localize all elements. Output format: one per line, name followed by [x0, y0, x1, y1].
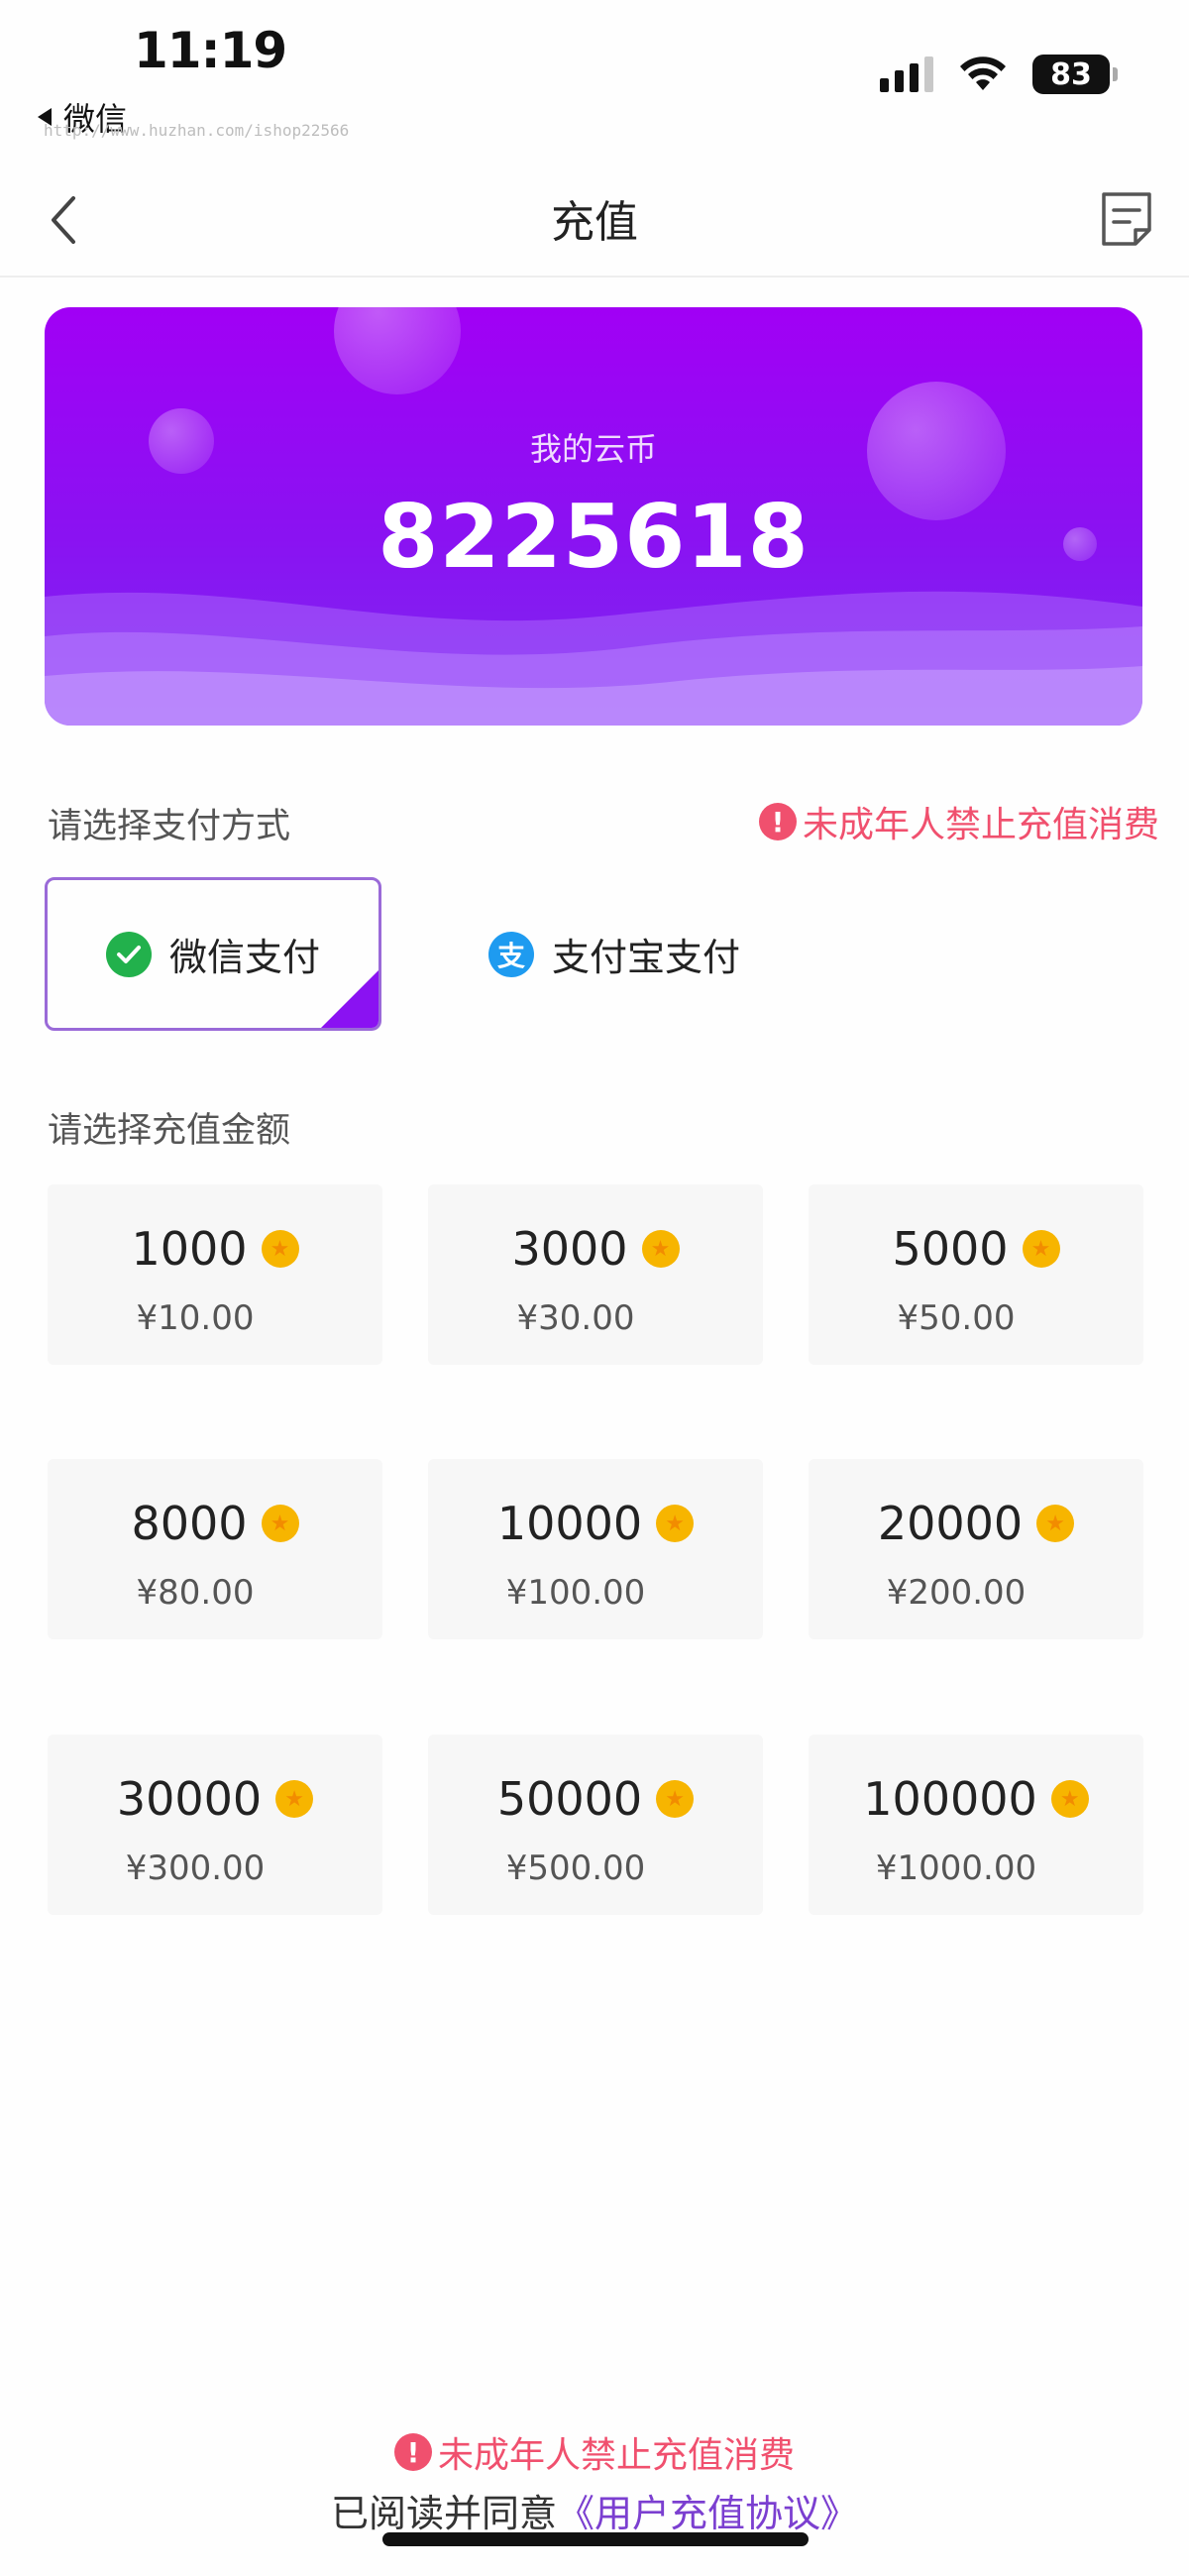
agreement-link[interactable]: 《用户充值协议》 — [557, 2492, 858, 2535]
price: ¥300.00 — [125, 1848, 266, 1888]
status-time: 11:19 — [134, 22, 287, 79]
amount-option-100000[interactable]: 100000 ★ ¥1000.00 — [809, 1735, 1143, 1915]
coin-amount: 8000 — [131, 1497, 248, 1550]
warning-icon: ! — [758, 803, 797, 840]
price: ¥200.00 — [886, 1573, 1027, 1613]
nav-bar: 充值 — [0, 168, 1189, 278]
coin-icon: ★ — [1022, 1230, 1060, 1268]
balance-label: 我的云币 — [529, 430, 657, 468]
coin-icon: ★ — [641, 1230, 680, 1268]
alipay-label: 支付宝支付 — [551, 936, 740, 979]
amount-option-50000[interactable]: 50000 ★ ¥500.00 — [428, 1735, 763, 1915]
coin-amount: 20000 — [877, 1497, 1024, 1550]
status-icons: 83 — [880, 55, 1118, 94]
warning-icon: ! — [393, 2433, 432, 2471]
coin-amount: 5000 — [892, 1222, 1009, 1276]
coin-amount: 10000 — [496, 1497, 643, 1550]
alipay-option[interactable]: 支 支付宝支付 — [426, 877, 803, 1031]
document-icon[interactable] — [1094, 186, 1159, 252]
amount-option-10000[interactable]: 10000 ★ ¥100.00 — [428, 1459, 763, 1639]
coin-icon: ★ — [656, 1780, 695, 1818]
coin-amount: 3000 — [511, 1222, 628, 1276]
wifi-icon — [960, 56, 1006, 90]
alipay-icon: 支 — [487, 931, 534, 977]
price: ¥100.00 — [505, 1573, 646, 1613]
coin-icon: ★ — [1036, 1505, 1075, 1542]
coin-amount: 30000 — [116, 1772, 263, 1826]
balance-card: 我的云币 8225618 — [45, 307, 1142, 726]
price: ¥10.00 — [136, 1298, 255, 1338]
amount-section-label: 请选择充值金额 — [48, 1111, 291, 1151]
home-indicator[interactable] — [382, 2532, 809, 2546]
footer-warning: ! 未成年人禁止充值消费 — [0, 2426, 1189, 2478]
agreement-line: 已阅读并同意《用户充值协议》 — [0, 2483, 1189, 2537]
amount-option-8000[interactable]: 8000 ★ ¥80.00 — [48, 1459, 382, 1639]
recharge-page: 11:19 微信 http://www.huzhan.com/ishop2256… — [0, 0, 1189, 2576]
wechat-pay-icon — [105, 931, 152, 977]
price: ¥30.00 — [516, 1298, 635, 1338]
coin-amount: 50000 — [496, 1772, 643, 1826]
amount-option-30000[interactable]: 30000 ★ ¥300.00 — [48, 1735, 382, 1915]
balance-value: 8225618 — [378, 486, 810, 588]
amount-option-5000[interactable]: 5000 ★ ¥50.00 — [809, 1184, 1143, 1365]
decor-bubble — [334, 307, 461, 394]
footer-warning-text: 未成年人禁止充值消费 — [437, 2435, 795, 2476]
coin-icon: ★ — [656, 1505, 695, 1542]
coin-amount: 100000 — [863, 1772, 1037, 1826]
wechat-pay-label: 微信支付 — [168, 936, 320, 979]
coin-icon: ★ — [261, 1505, 299, 1542]
wechat-pay-option[interactable]: 微信支付 — [45, 877, 381, 1031]
cellular-signal-icon — [880, 56, 933, 92]
agreement-prefix: 已阅读并同意 — [330, 2492, 557, 2535]
amount-option-20000[interactable]: 20000 ★ ¥200.00 — [809, 1459, 1143, 1639]
page-title: 充值 — [551, 197, 638, 248]
coin-amount: 1000 — [131, 1222, 248, 1276]
price: ¥50.00 — [897, 1298, 1016, 1338]
watermark-url: http://www.huzhan.com/ishop22566 — [44, 121, 350, 140]
payment-warning-text: 未成年人禁止充值消费 — [802, 805, 1159, 845]
price: ¥500.00 — [505, 1848, 646, 1888]
coin-icon: ★ — [1050, 1780, 1089, 1818]
price: ¥80.00 — [136, 1573, 255, 1613]
payment-warning: ! 未成年人禁止充值消费 — [758, 796, 1159, 847]
battery-icon: 83 — [1032, 55, 1118, 94]
coin-icon: ★ — [261, 1230, 299, 1268]
card-waves — [45, 591, 1142, 726]
amount-option-3000[interactable]: 3000 ★ ¥30.00 — [428, 1184, 763, 1365]
selected-corner-mark — [320, 969, 378, 1028]
coin-icon: ★ — [275, 1780, 314, 1818]
payment-section-label: 请选择支付方式 — [48, 807, 291, 846]
price: ¥1000.00 — [875, 1848, 1037, 1888]
amount-option-1000[interactable]: 1000 ★ ¥10.00 — [48, 1184, 382, 1365]
battery-level: 83 — [1050, 56, 1092, 92]
